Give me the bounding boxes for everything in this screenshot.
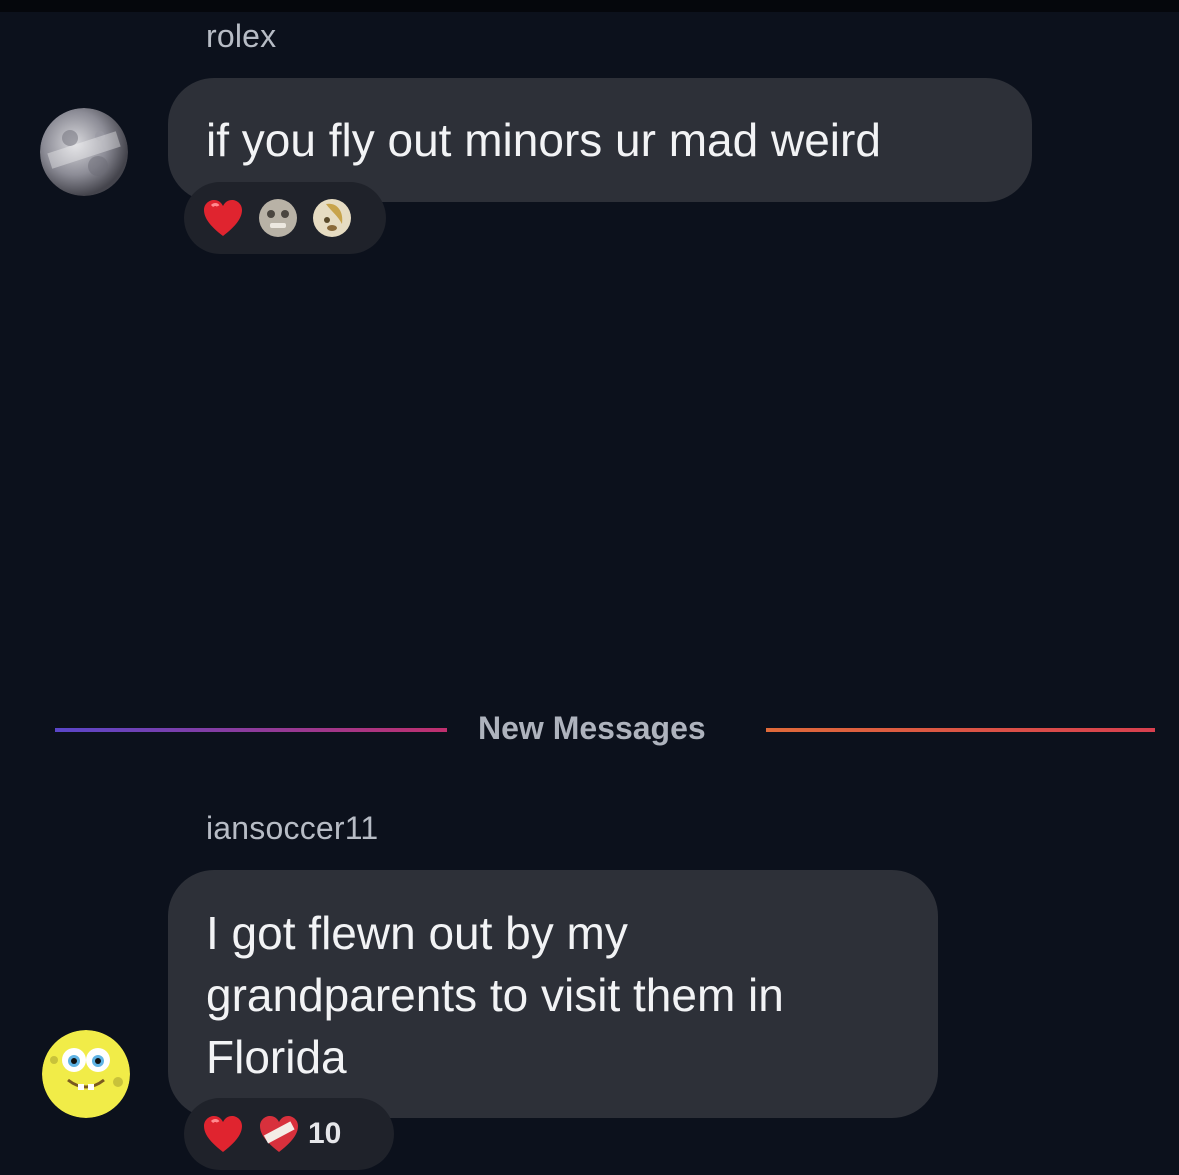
reaction-bar[interactable]: 10 bbox=[184, 1098, 394, 1170]
new-messages-label: New Messages bbox=[478, 710, 706, 746]
message-bubble[interactable]: I got flewn out by my grandparents to vi… bbox=[168, 870, 938, 1118]
reaction-count: 10 bbox=[308, 1117, 342, 1150]
message-text-line: grandparents to visit them in bbox=[206, 969, 784, 1021]
message-username[interactable]: rolex bbox=[206, 18, 276, 55]
moon-avatar-icon[interactable] bbox=[40, 108, 128, 196]
message-text-line: I got flewn out by my bbox=[206, 907, 628, 959]
top-edge bbox=[0, 0, 1179, 12]
divider-line-right bbox=[766, 728, 1155, 732]
divider-line-left bbox=[55, 728, 447, 732]
message-text-line: Florida bbox=[206, 1031, 347, 1083]
message-username[interactable]: iansoccer11 bbox=[206, 810, 378, 847]
bandaged-heart-icon bbox=[258, 1114, 300, 1154]
face-emoji-icon[interactable] bbox=[258, 198, 298, 238]
message-text: if you fly out minors ur mad weird bbox=[206, 114, 881, 166]
face-emoji-icon[interactable] bbox=[312, 198, 352, 238]
chat-screen: rolex if you fly out minors ur mad weird bbox=[0, 0, 1179, 1175]
new-messages-divider: New Messages bbox=[55, 706, 1155, 752]
red-heart-icon[interactable] bbox=[202, 1114, 244, 1154]
red-heart-icon[interactable] bbox=[202, 198, 244, 238]
reaction-bar[interactable] bbox=[184, 182, 386, 254]
reaction-with-count[interactable]: 10 bbox=[258, 1114, 341, 1154]
spongebob-avatar-icon[interactable] bbox=[42, 1030, 130, 1118]
